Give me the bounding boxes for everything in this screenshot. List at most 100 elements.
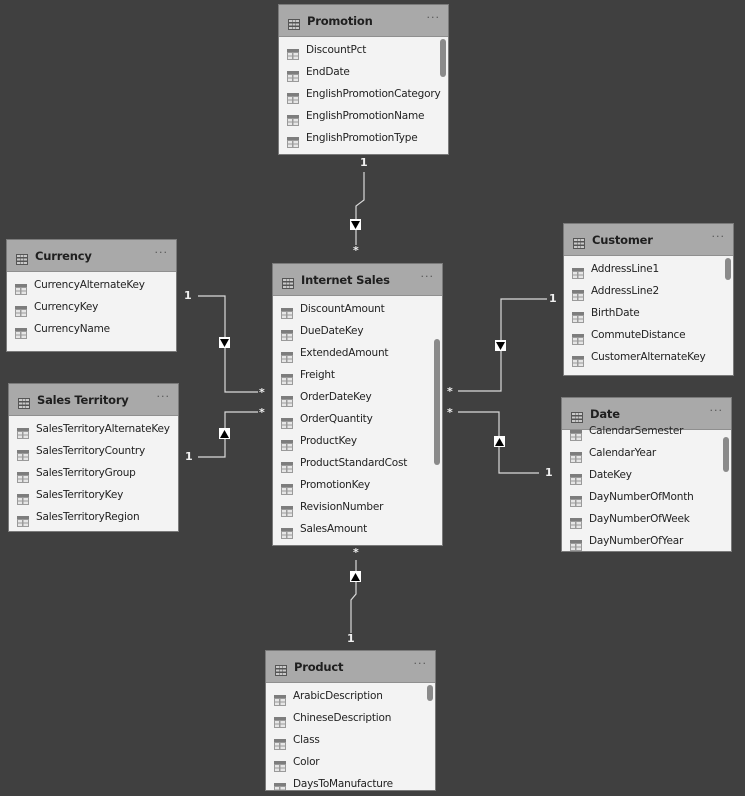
more-options-button[interactable]: ··· bbox=[712, 230, 726, 243]
field-row[interactable]: ExtendedAmount bbox=[273, 342, 442, 364]
field-row[interactable]: CurrencyName bbox=[7, 318, 176, 340]
field-row[interactable]: OrderDateKey bbox=[273, 386, 442, 408]
field-row[interactable]: SalesAmount bbox=[273, 518, 442, 540]
field-row[interactable]: DiscountPct bbox=[279, 39, 448, 61]
field-row[interactable]: EnglishPromotionCategory bbox=[279, 83, 448, 105]
filter-direction-down-icon[interactable] bbox=[495, 340, 506, 351]
filter-direction-down-icon[interactable] bbox=[350, 219, 361, 230]
filter-direction-up-icon[interactable] bbox=[494, 436, 505, 447]
table-header[interactable]: Sales Territory ··· bbox=[9, 384, 178, 416]
field-row[interactable]: ArabicDescription bbox=[266, 685, 435, 707]
field-row[interactable]: AddressLine1 bbox=[564, 258, 733, 280]
table-card-customer[interactable]: Customer ··· AddressLine1 AddressLine2 Birth… bbox=[563, 223, 734, 376]
field-name: DaysToManufacture bbox=[293, 778, 393, 790]
field-row[interactable]: DaysToManufacture bbox=[266, 773, 435, 790]
field-row[interactable]: SalesTerritoryAlternateKey bbox=[9, 418, 178, 440]
field-row[interactable]: ProductStandardCost bbox=[273, 452, 442, 474]
table-header[interactable]: Currency ··· bbox=[7, 240, 176, 272]
field-row[interactable]: Freight bbox=[273, 364, 442, 386]
field-row[interactable]: PromotionKey bbox=[273, 474, 442, 496]
field-name: ProductKey bbox=[300, 435, 357, 447]
field-row[interactable]: AddressLine2 bbox=[564, 280, 733, 302]
scrollbar-thumb[interactable] bbox=[440, 39, 446, 77]
column-icon bbox=[281, 326, 293, 341]
field-name: RevisionNumber bbox=[300, 501, 384, 513]
scrollbar-thumb[interactable] bbox=[723, 437, 729, 472]
field-row[interactable]: DayNumberOfMonth bbox=[562, 486, 731, 508]
column-icon bbox=[15, 302, 27, 317]
field-row[interactable]: DayNumberOfYear bbox=[562, 530, 731, 551]
table-card-product[interactable]: Product ··· ArabicDescription ChineseDescri… bbox=[265, 650, 436, 791]
column-icon bbox=[274, 735, 286, 750]
field-list: AddressLine1 AddressLine2 BirthDate Commute… bbox=[564, 256, 733, 368]
filter-direction-down-icon[interactable] bbox=[219, 337, 230, 348]
field-row[interactable]: EnglishPromotionName bbox=[279, 105, 448, 127]
field-row[interactable]: SalesTerritoryCountry bbox=[9, 440, 178, 462]
field-name: CurrencyKey bbox=[34, 301, 99, 313]
column-icon bbox=[281, 458, 293, 473]
column-icon bbox=[572, 286, 584, 301]
table-icon bbox=[18, 394, 30, 409]
field-row[interactable]: DayNumberOfWeek bbox=[562, 508, 731, 530]
field-row[interactable]: OrderQuantity bbox=[273, 408, 442, 430]
scrollbar-thumb[interactable] bbox=[427, 685, 433, 701]
field-row[interactable]: SalesTerritoryRegion bbox=[9, 506, 178, 528]
field-row[interactable]: BirthDate bbox=[564, 302, 733, 324]
column-icon bbox=[281, 392, 293, 407]
scrollbar-thumb[interactable] bbox=[725, 258, 731, 280]
table-icon bbox=[573, 234, 585, 249]
field-name: Class bbox=[293, 734, 320, 746]
field-row[interactable]: RevisionNumber bbox=[273, 496, 442, 518]
field-row[interactable]: EnglishPromotionType bbox=[279, 127, 448, 149]
field-row[interactable]: CalendarYear bbox=[562, 442, 731, 464]
field-row[interactable]: DueDateKey bbox=[273, 320, 442, 342]
field-row[interactable]: EndDate bbox=[279, 61, 448, 83]
field-row[interactable]: DiscountAmount bbox=[273, 298, 442, 320]
column-icon bbox=[281, 304, 293, 319]
table-card-internet-sales[interactable]: Internet Sales ··· DiscountAmount DueDateKe… bbox=[272, 263, 443, 546]
field-row[interactable]: Class bbox=[266, 729, 435, 751]
filter-direction-up-icon[interactable] bbox=[350, 571, 361, 582]
table-card-currency[interactable]: Currency ··· CurrencyAlternateKey CurrencyK… bbox=[6, 239, 177, 352]
field-name: SalesTerritoryCountry bbox=[36, 445, 145, 457]
more-options-button[interactable]: ··· bbox=[710, 404, 724, 417]
table-card-promotion[interactable]: Promotion ··· DiscountPct EndDate EnglishPro… bbox=[278, 4, 449, 155]
field-row[interactable]: CurrencyAlternateKey bbox=[7, 274, 176, 296]
more-options-button[interactable]: ··· bbox=[421, 270, 435, 283]
table-name: Promotion bbox=[307, 13, 373, 28]
scrollbar-thumb[interactable] bbox=[434, 339, 440, 465]
filter-direction-up-icon[interactable] bbox=[219, 428, 230, 439]
table-header[interactable]: Product ··· bbox=[266, 651, 435, 683]
more-options-button[interactable]: ··· bbox=[155, 246, 169, 259]
more-options-button[interactable]: ··· bbox=[414, 657, 428, 670]
table-card-date[interactable]: Date ··· CalendarSemester CalendarYear DateK… bbox=[561, 397, 732, 552]
field-row[interactable]: CustomerAlternateKey bbox=[564, 346, 733, 368]
field-name: CurrencyAlternateKey bbox=[34, 279, 145, 291]
field-row[interactable]: DateKey bbox=[562, 464, 731, 486]
column-icon bbox=[287, 45, 299, 60]
field-row[interactable]: Color bbox=[266, 751, 435, 773]
column-icon bbox=[572, 308, 584, 323]
field-name: AddressLine1 bbox=[591, 263, 659, 275]
more-options-button[interactable]: ··· bbox=[427, 11, 441, 24]
column-icon bbox=[17, 446, 29, 461]
column-icon bbox=[17, 424, 29, 439]
field-name: SalesTerritoryKey bbox=[36, 489, 124, 501]
field-row[interactable]: SalesTerritoryKey bbox=[9, 484, 178, 506]
field-row[interactable]: CurrencyKey bbox=[7, 296, 176, 318]
field-name: EnglishPromotionName bbox=[306, 110, 425, 122]
table-header[interactable]: Promotion ··· bbox=[279, 5, 448, 37]
table-card-sales-territory[interactable]: Sales Territory ··· SalesTerritoryAlternat… bbox=[8, 383, 179, 532]
field-name: ChineseDescription bbox=[293, 712, 392, 724]
table-header[interactable]: Customer ··· bbox=[564, 224, 733, 256]
field-row[interactable]: ProductKey bbox=[273, 430, 442, 452]
field-row[interactable]: CommuteDistance bbox=[564, 324, 733, 346]
field-row[interactable]: SalesTerritoryGroup bbox=[9, 462, 178, 484]
field-row[interactable]: CalendarSemester bbox=[562, 420, 731, 442]
table-header[interactable]: Internet Sales ··· bbox=[273, 264, 442, 296]
column-icon bbox=[570, 448, 582, 463]
more-options-button[interactable]: ··· bbox=[157, 390, 171, 403]
field-row[interactable]: ChineseDescription bbox=[266, 707, 435, 729]
cardinality-one-promotion: 1 bbox=[360, 156, 368, 169]
field-name: CalendarYear bbox=[589, 447, 657, 459]
